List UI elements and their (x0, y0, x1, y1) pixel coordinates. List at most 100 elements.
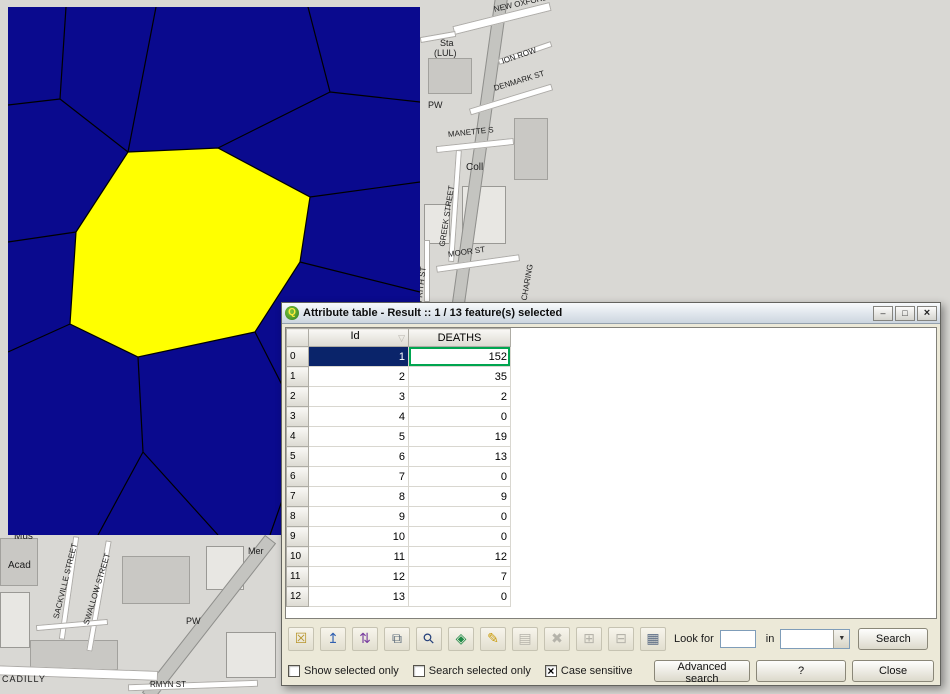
table-row[interactable]: 1235 (287, 367, 511, 387)
case-sensitive-checkbox[interactable]: Case sensitive (545, 665, 633, 677)
row-header[interactable]: 12 (287, 587, 309, 607)
table-row[interactable]: 789 (287, 487, 511, 507)
cell-deaths[interactable]: 0 (409, 587, 511, 607)
cell-deaths[interactable]: 0 (409, 527, 511, 547)
table-row[interactable]: 9100 (287, 527, 511, 547)
delete-column-icon: ⊟ (615, 632, 627, 646)
table-row[interactable]: 5613 (287, 447, 511, 467)
delete-column-button[interactable]: ⊟ (608, 627, 634, 651)
map-label: PW (186, 616, 201, 626)
look-for-input[interactable] (720, 630, 756, 648)
cell-id[interactable]: 1 (309, 347, 409, 367)
table-row[interactable]: 12130 (287, 587, 511, 607)
cell-id[interactable]: 10 (309, 527, 409, 547)
delete-features-button[interactable]: ✖ (544, 627, 570, 651)
table-row[interactable]: 670 (287, 467, 511, 487)
cell-deaths[interactable]: 9 (409, 487, 511, 507)
save-edits-icon: ▤ (518, 632, 531, 646)
road (36, 619, 108, 631)
cell-deaths[interactable]: 0 (409, 467, 511, 487)
move-selection-to-top-button[interactable]: ↥ (320, 627, 346, 651)
row-header[interactable]: 5 (287, 447, 309, 467)
cell-deaths[interactable]: 0 (409, 407, 511, 427)
cell-deaths[interactable]: 19 (409, 427, 511, 447)
row-header[interactable]: 9 (287, 527, 309, 547)
look-for-label: Look for (674, 633, 714, 645)
show-selected-only-checkbox[interactable]: Show selected only (288, 665, 399, 677)
map-label: Coll (466, 162, 483, 173)
cell-id[interactable]: 11 (309, 547, 409, 567)
copy-rows-icon: ⧉ (392, 632, 402, 646)
pan-to-selected-button[interactable]: ◈ (448, 627, 474, 651)
map-block (514, 118, 548, 180)
table-row[interactable]: 232 (287, 387, 511, 407)
row-header[interactable]: 2 (287, 387, 309, 407)
row-header[interactable]: 4 (287, 427, 309, 447)
column-header-id[interactable]: Id ▽ (309, 329, 409, 347)
checkbox-icon (413, 665, 425, 677)
table-row[interactable]: 101112 (287, 547, 511, 567)
cell-id[interactable]: 12 (309, 567, 409, 587)
invert-selection-button[interactable]: ⇅ (352, 627, 378, 651)
cell-id[interactable]: 2 (309, 367, 409, 387)
close-window-button[interactable]: × (917, 306, 937, 321)
row-header[interactable]: 10 (287, 547, 309, 567)
row-header[interactable]: 6 (287, 467, 309, 487)
save-edits-button[interactable]: ▤ (512, 627, 538, 651)
search-button[interactable]: Search (858, 628, 928, 650)
field-calculator-button[interactable]: ▦ (640, 627, 666, 651)
field-dropdown[interactable]: ▼ (780, 629, 850, 649)
cell-deaths[interactable]: 7 (409, 567, 511, 587)
cell-deaths[interactable]: 13 (409, 447, 511, 467)
column-header-deaths-label: DEATHS (438, 332, 482, 344)
table-row[interactable]: 01152 (287, 347, 511, 367)
table-row[interactable]: 340 (287, 407, 511, 427)
minimize-button[interactable]: – (873, 306, 893, 321)
copy-rows-button[interactable]: ⧉ (384, 627, 410, 651)
table-row[interactable]: 4519 (287, 427, 511, 447)
advanced-search-button[interactable]: Advanced search (654, 660, 750, 682)
close-button[interactable]: Close (852, 660, 934, 682)
titlebar[interactable]: Q Attribute table - Result :: 1 / 13 fea… (282, 303, 940, 324)
row-header[interactable]: 8 (287, 507, 309, 527)
row-header[interactable]: 11 (287, 567, 309, 587)
search-selected-only-checkbox[interactable]: Search selected only (413, 665, 531, 677)
cell-deaths[interactable]: 0 (409, 507, 511, 527)
row-header[interactable]: 7 (287, 487, 309, 507)
unselect-all-icon: ☒ (295, 632, 308, 646)
column-header-deaths[interactable]: DEATHS (409, 329, 511, 347)
dialog-footer: Show selected only Search selected only … (288, 659, 934, 683)
map-block (30, 640, 118, 670)
maximize-button[interactable]: □ (895, 306, 915, 321)
cell-id[interactable]: 13 (309, 587, 409, 607)
cell-id[interactable]: 7 (309, 467, 409, 487)
row-header[interactable]: 1 (287, 367, 309, 387)
cell-deaths[interactable]: 2 (409, 387, 511, 407)
cell-deaths[interactable]: 12 (409, 547, 511, 567)
cell-id[interactable]: 8 (309, 487, 409, 507)
table-row[interactable]: 890 (287, 507, 511, 527)
cell-id[interactable]: 3 (309, 387, 409, 407)
cell-id[interactable]: 5 (309, 427, 409, 447)
help-button[interactable]: ? (756, 660, 846, 682)
unselect-all-button[interactable]: ☒ (288, 627, 314, 651)
invert-selection-icon: ⇅ (359, 632, 371, 646)
row-header[interactable]: 0 (287, 347, 309, 367)
cell-deaths[interactable]: 152 (409, 347, 511, 367)
map-label: RMYN ST (150, 680, 186, 689)
cell-id[interactable]: 4 (309, 407, 409, 427)
row-header[interactable]: 3 (287, 407, 309, 427)
new-column-icon: ⊞ (583, 632, 595, 646)
cell-deaths[interactable]: 35 (409, 367, 511, 387)
new-column-button[interactable]: ⊞ (576, 627, 602, 651)
cell-id[interactable]: 6 (309, 447, 409, 467)
zoom-to-selected-button[interactable]: ⚲ (416, 627, 442, 651)
checkbox-icon (288, 665, 300, 677)
checkbox-icon (545, 665, 557, 677)
cell-id[interactable]: 9 (309, 507, 409, 527)
map-label: CADILLY (2, 674, 46, 684)
toggle-editing-button[interactable]: ✎ (480, 627, 506, 651)
map-label: Sta (440, 38, 454, 48)
attribute-table[interactable]: Id ▽ DEATHS 0115212352323404519561367078… (285, 327, 937, 619)
table-row[interactable]: 11127 (287, 567, 511, 587)
